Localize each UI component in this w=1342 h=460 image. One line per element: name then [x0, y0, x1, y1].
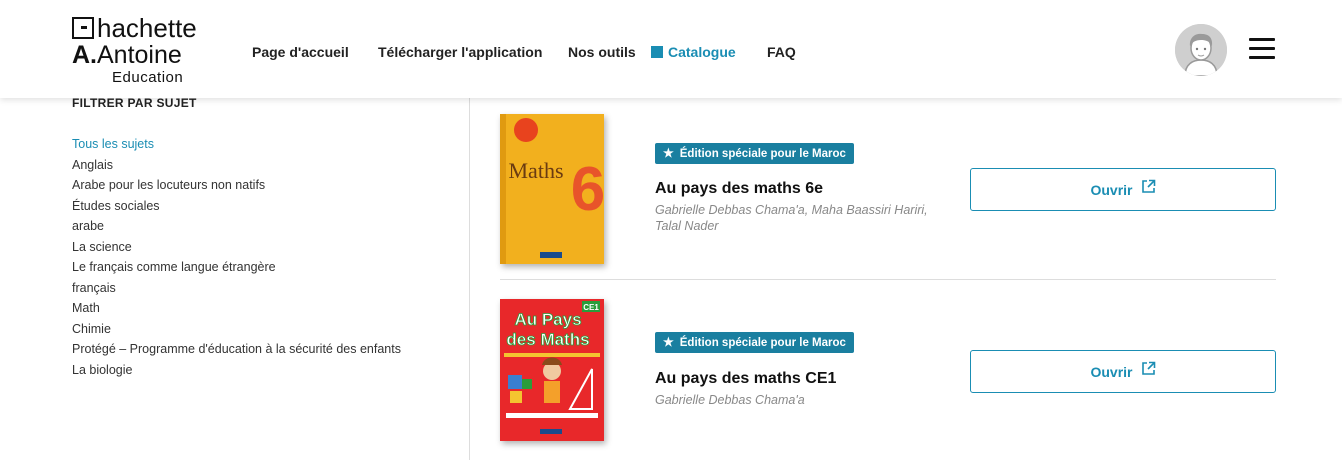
logo-line2-bold: A. [72, 41, 97, 69]
vertical-divider [469, 98, 470, 460]
subject-item-arabe-non-natifs[interactable]: Arabe pour les locuteurs non natifs [72, 175, 401, 196]
hachette-h-icon [72, 17, 94, 39]
book-title: Au pays des maths CE1 [655, 370, 837, 387]
book-title: Au pays des maths 6e [655, 180, 824, 197]
subject-item-anglais[interactable]: Anglais [72, 155, 401, 176]
open-book-button[interactable]: Ouvrir [970, 168, 1276, 211]
cover-title-line2: des Maths [506, 330, 589, 349]
external-link-icon [1141, 361, 1155, 375]
filter-title: FILTRER PAR SUJET [72, 96, 197, 110]
cover-level-tag: CE1 [583, 303, 599, 312]
hachette-antoine-logo[interactable]: hachette A.Antoine Education [72, 14, 202, 86]
subject-item-science[interactable]: La science [72, 237, 401, 258]
subject-item-fle[interactable]: Le français comme langue étrangère [72, 257, 401, 278]
open-book-button[interactable]: Ouvrir [970, 350, 1276, 393]
nav-faq[interactable]: FAQ [767, 44, 796, 60]
site-header: hachette A.Antoine Education Page d'accu… [0, 0, 1342, 98]
book-authors: Gabrielle Debbas Chama'a, Maha Baassiri … [655, 203, 928, 233]
subject-item-math[interactable]: Math [72, 298, 401, 319]
subject-item-biologie[interactable]: La biologie [72, 360, 401, 381]
star-icon: ★ [663, 146, 674, 160]
user-avatar-icon[interactable] [1175, 24, 1227, 76]
nav-telecharger-application[interactable]: Télécharger l'application [378, 44, 542, 60]
subject-item-chimie[interactable]: Chimie [72, 319, 401, 340]
hamburger-menu-icon[interactable] [1249, 38, 1275, 62]
logo-line1: hachette [97, 13, 197, 43]
badge-label: Édition spéciale pour le Maroc [679, 337, 846, 349]
book-cover-maths-6e[interactable]: 6 Maths [500, 114, 604, 264]
book-cover-maths-ce1[interactable]: Au Pays des Maths CE1 [500, 299, 604, 441]
book-authors: Gabrielle Debbas Chama'a [655, 393, 805, 407]
nav-page-accueil[interactable]: Page d'accueil [252, 44, 349, 60]
logo-line3: Education [112, 69, 184, 86]
active-indicator-icon [651, 46, 663, 58]
special-edition-badge: ★ Édition spéciale pour le Maroc [655, 332, 854, 353]
cover-title: Maths [509, 158, 564, 183]
cover-number: 6 [571, 155, 604, 224]
book-separator [500, 279, 1276, 280]
open-button-label: Ouvrir [1090, 181, 1133, 198]
special-edition-badge: ★ Édition spéciale pour le Maroc [655, 143, 854, 164]
nav-nos-outils[interactable]: Nos outils [568, 44, 636, 60]
subject-list: Tous les sujets Anglais Arabe pour les l… [72, 134, 401, 380]
external-link-icon [1141, 179, 1155, 193]
star-icon: ★ [663, 335, 674, 349]
subject-item-tous[interactable]: Tous les sujets [72, 134, 401, 155]
cover-title-line1: Au Pays [514, 310, 581, 329]
nav-catalogue[interactable]: Catalogue [651, 44, 736, 60]
logo-line2: Antoine [97, 41, 182, 69]
subject-item-francais[interactable]: français [72, 278, 401, 299]
subject-item-arabe[interactable]: arabe [72, 216, 401, 237]
subject-item-protege[interactable]: Protégé – Programme d'éducation à la séc… [72, 339, 401, 360]
subject-filter-sidebar: FILTRER PAR SUJET Tous les sujets Anglai… [72, 96, 452, 377]
subject-item-etudes-sociales[interactable]: Études sociales [72, 196, 401, 217]
open-button-label: Ouvrir [1090, 363, 1133, 380]
badge-label: Édition spéciale pour le Maroc [679, 148, 846, 160]
nav-catalogue-label: Catalogue [668, 44, 736, 60]
